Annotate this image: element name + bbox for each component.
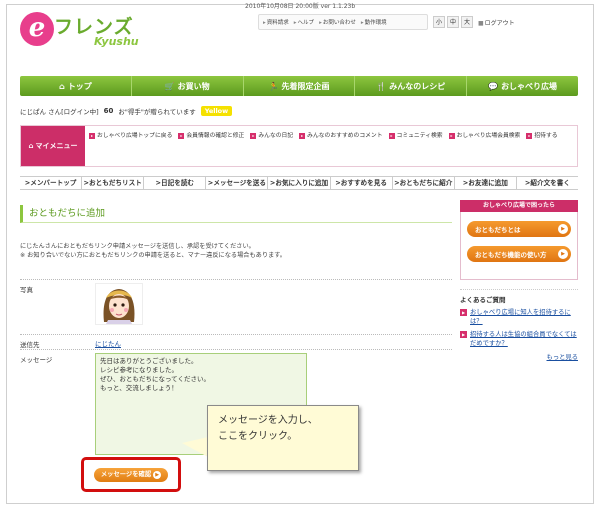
faq-question: 招待する人は生協の組合員でなくてはだめですか？ [470, 331, 577, 347]
my-menu-link[interactable]: おしゃべり広場トップに戻る [89, 130, 172, 139]
arrow-box-icon: ▶ [460, 331, 467, 338]
faq-more-link[interactable]: もっと見る [460, 352, 578, 361]
about-friends-button[interactable]: おともだちとは ▶ [467, 221, 571, 237]
message-label: メッセージ [20, 356, 53, 364]
about-friends-label: おともだちとは [475, 226, 521, 234]
font-size-small-button[interactable]: 小 [433, 16, 445, 28]
my-menu-title-text: マイメニュー [35, 142, 78, 150]
home-icon: ⌂ [28, 142, 34, 150]
points-note: お"得手"が贈られています [118, 108, 196, 116]
page-title: おともだちに追加 [20, 205, 452, 223]
faq-title: よくあるご質問 [460, 296, 506, 304]
font-size-large-button[interactable]: 大 [461, 16, 473, 28]
date-version: 2010年10月08日 20:00版 ver 1.1.23b [245, 3, 356, 10]
description-line: にじたんさんにおともだちリンク申請メッセージを送信し、承認を受けてください。 [20, 243, 255, 250]
my-menu: ⌂マイメニュー おしゃべり広場トップに戻る 会員情報の確認と修正 みんなの日記 … [20, 125, 578, 167]
confirm-message-button[interactable]: メッセージを確認 ▶ [94, 468, 168, 482]
howto-label: おともだち機能の使い方 [475, 251, 547, 259]
subnav-member-top[interactable]: >メンバートップ [20, 177, 83, 189]
nav-label: トップ [67, 81, 92, 91]
util-link-contact[interactable]: お問い合わせ [319, 18, 356, 26]
sidebar-title: おしゃべり広場で困ったら [460, 200, 578, 212]
my-menu-links: おしゃべり広場トップに戻る 会員情報の確認と修正 みんなの日記 みんなのおすすめ… [89, 130, 575, 139]
subnav-add-friend[interactable]: >お友達に追加 [455, 177, 517, 189]
points-value: 60 [103, 107, 114, 115]
subnav-read-diary[interactable]: >日記を読む [144, 177, 207, 189]
efriends-logo[interactable]: e フレンズ Kyushu [20, 8, 160, 50]
member-rank-badge: Yellow [200, 106, 233, 116]
logo-mark: e [20, 12, 54, 46]
nav-label: 先着限定企画 [281, 81, 330, 91]
faq-section: よくあるご質問 ▶ おしゃべり広場に知人を招待するには？ ▶ 招待する人は生協の組合… [460, 289, 578, 361]
subnav-see-recommend[interactable]: >おすすめを見る [331, 177, 393, 189]
destination-link[interactable]: にじたん [95, 338, 121, 348]
help-sidebar: おしゃべり広場で困ったら おともだちとは ▶ おともだち機能の使い方 ▶ よくあるご… [460, 200, 578, 361]
my-menu-link[interactable]: 招待する [526, 130, 557, 139]
friend-avatar [95, 283, 143, 325]
subnav-send-message[interactable]: >メッセージを送る [206, 177, 269, 189]
arrow-right-icon: ▶ [153, 471, 162, 479]
my-menu-link[interactable]: みんなの日記 [250, 130, 293, 139]
arrow-right-icon: ▶ [558, 249, 568, 259]
page-description: にじたんさんにおともだちリンク申請メッセージを送信し、承認を受けてください。 ※… [20, 242, 452, 260]
speech-bubbles-icon: 💬 [488, 81, 499, 91]
confirm-button-label: メッセージを確認 [100, 471, 152, 478]
runner-icon: 🏃 [268, 81, 279, 91]
faq-question: おしゃべり広場に知人を招待するには？ [470, 309, 571, 325]
member-subnav: >メンバートップ >おともだちリスト >日記を読む >メッセージを送る >お気に… [20, 176, 578, 190]
house-icon: ⌂ [59, 81, 65, 91]
faq-item[interactable]: ▶ 招待する人は生協の組合員でなくてはだめですか？ [460, 330, 578, 348]
fork-knife-icon: 🍴 [376, 81, 387, 91]
my-menu-link[interactable]: コミュニティ検索 [389, 130, 443, 139]
my-menu-link[interactable]: みんなのおすすめのコメント [299, 130, 382, 139]
nav-label: お買い物 [177, 81, 210, 91]
subnav-friend-list[interactable]: >おともだちリスト [82, 177, 145, 189]
instruction-callout: メッセージを入力し、 ここをクリック。 [207, 405, 359, 471]
cart-icon: 🛒 [164, 81, 175, 91]
confirm-highlight: メッセージを確認 ▶ [81, 457, 181, 492]
user-name-text: にじぱん [20, 108, 46, 116]
nav-item-limited[interactable]: 🏃 先着限定企画 [244, 76, 356, 96]
global-nav: ⌂ トップ 🛒 お買い物 🏃 先着限定企画 🍴 みんなのレシピ 💬 おしゃべり広場 [20, 76, 578, 96]
destination-label: 送信先 [20, 341, 40, 349]
sidebar-help-box: おともだちとは ▶ おともだち機能の使い方 ▶ [460, 212, 578, 280]
subnav-add-favorite[interactable]: >お気に入りに追加 [268, 177, 331, 189]
nav-item-chat-plaza[interactable]: 💬 おしゃべり広場 [467, 76, 578, 96]
arrow-box-icon: ▶ [460, 309, 467, 316]
my-menu-link[interactable]: 会員情報の確認と修正 [178, 130, 244, 139]
callout-line: ここをクリック。 [218, 431, 298, 442]
callout-pointer [182, 437, 208, 457]
subnav-write-intro[interactable]: >紹介文を書く [517, 177, 578, 189]
util-link-request[interactable]: 資料請求 [263, 18, 289, 26]
destination-row: 送信先 [20, 334, 452, 350]
logout-link[interactable]: ログアウト [478, 18, 515, 27]
callout-line: メッセージを入力し、 [218, 415, 318, 426]
nav-label: みんなのレシピ [389, 81, 446, 91]
arrow-right-icon: ▶ [558, 224, 568, 234]
font-size-medium-button[interactable]: 中 [447, 16, 459, 28]
nav-item-recipes[interactable]: 🍴 みんなのレシピ [355, 76, 468, 96]
utility-links: 資料請求 ヘルプ お問い合わせ 動作環境 [258, 14, 428, 30]
photo-row: 写真 [20, 279, 452, 333]
friend-feature-howto-button[interactable]: おともだち機能の使い方 ▶ [467, 246, 571, 262]
user-status: にじぱん さん[ログイン中] 60 お"得手"が贈られています Yellow [20, 106, 233, 116]
util-link-help[interactable]: ヘルプ [294, 18, 315, 26]
subnav-introduce[interactable]: >おともだちに紹介 [393, 177, 455, 189]
my-menu-link[interactable]: おしゃべり広場会員検索 [449, 130, 521, 139]
my-menu-title: ⌂ マイメニュー [21, 126, 85, 166]
description-note: ※ お知り合いでない方におともだちリンクの申請を送ると、マナー違反になる場合もあ… [20, 252, 286, 259]
font-size-controls: 小 中 大 ログアウト [433, 14, 515, 30]
faq-item[interactable]: ▶ おしゃべり広場に知人を招待するには？ [460, 308, 578, 326]
logo-text-en: Kyushu [94, 35, 139, 48]
nav-label: おしゃべり広場 [501, 81, 558, 91]
nav-item-top[interactable]: ⌂ トップ [20, 76, 132, 96]
nav-item-shopping[interactable]: 🛒 お買い物 [132, 76, 244, 96]
photo-label: 写真 [20, 286, 33, 294]
user-name: にじぱん さん[ログイン中] [20, 106, 99, 116]
util-link-env[interactable]: 動作環境 [361, 18, 387, 26]
login-status: さん[ログイン中] [48, 108, 99, 116]
